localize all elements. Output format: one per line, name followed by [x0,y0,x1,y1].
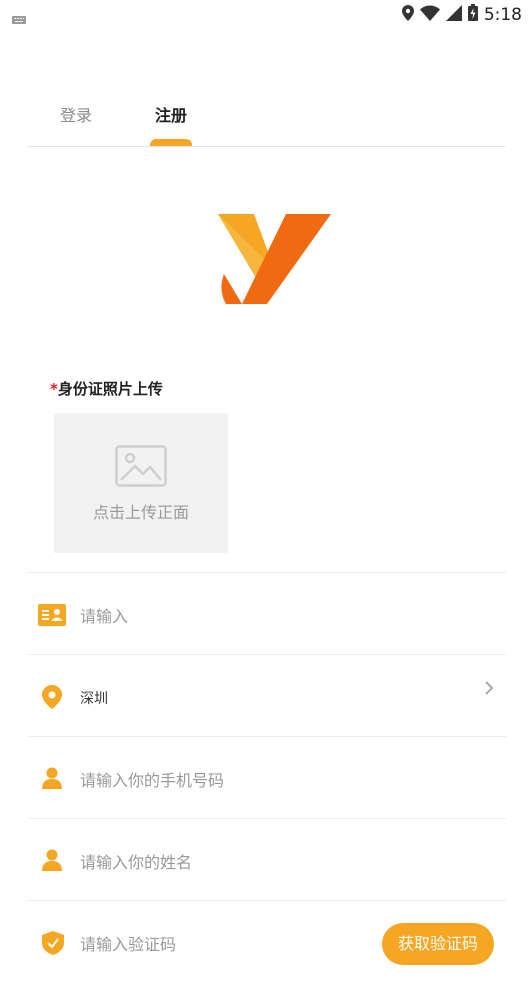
name-input[interactable]: 请输入你的姓名 [80,849,192,873]
phone-input[interactable]: 请输入你的手机号码 [80,767,224,791]
active-tab-indicator [150,139,192,146]
signal-icon [445,4,462,25]
chevron-right-icon[interactable] [484,677,494,701]
phone-row[interactable]: 请输入你的手机号码 [28,736,506,819]
upload-front-button[interactable]: 点击上传正面 [54,413,228,553]
verification-code-row[interactable]: 请输入验证码 获取验证码 [28,900,506,983]
person-icon [42,849,62,875]
map-pin-icon [42,685,62,713]
person-icon [42,767,62,793]
image-icon [115,445,167,491]
name-row[interactable]: 请输入你的姓名 [28,818,506,901]
get-code-button[interactable]: 获取验证码 [382,923,494,965]
required-mark: * [50,380,58,398]
id-photo-upload-title: *身份证照片上传 [50,378,163,399]
city-row[interactable]: 深圳 [28,654,506,737]
app-logo [214,210,334,308]
keyboard-icon [12,9,26,28]
clock-time: 5:18 [483,4,522,25]
id-number-input[interactable]: 请输入 [80,603,128,627]
status-bar: 5:18 [0,0,532,28]
location-icon [401,4,414,25]
battery-icon [467,4,478,25]
city-value: 深圳 [80,691,108,707]
id-card-icon [38,604,66,630]
upload-title-text: 身份证照片上传 [57,380,163,398]
wifi-icon [419,5,440,25]
verification-code-input[interactable]: 请输入验证码 [80,931,176,955]
tab-register[interactable]: 注册 [155,102,187,126]
id-number-row[interactable]: 请输入 [28,572,506,655]
tab-login[interactable]: 登录 [60,102,92,126]
auth-tabs: 登录 注册 [28,88,506,147]
shield-check-icon [42,931,64,959]
upload-front-label: 点击上传正面 [92,503,189,522]
